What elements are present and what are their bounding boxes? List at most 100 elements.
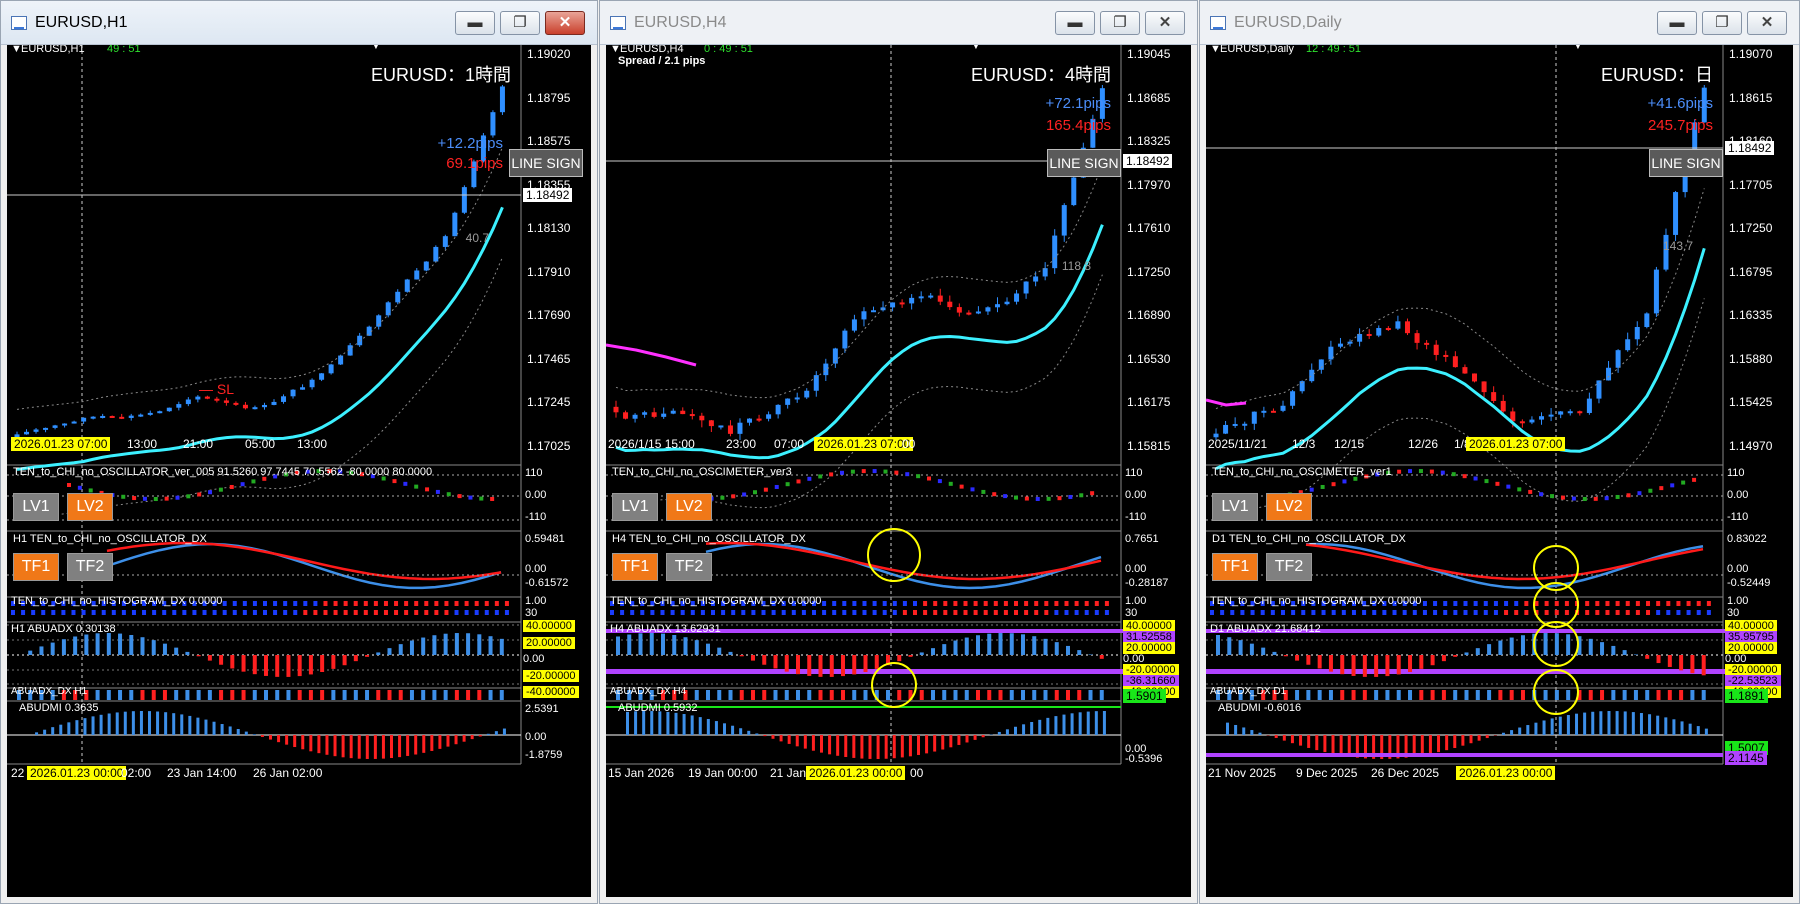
title-bar[interactable]: EURUSD,H1 ▬ ❐ ✕ (1, 1, 597, 45)
hist-bottom-bar (152, 610, 157, 615)
candle-body (794, 397, 800, 400)
hist-top-bar (973, 601, 978, 606)
osc-dx-blue-line (705, 542, 1102, 590)
maximize-button[interactable]: ❐ (1100, 11, 1140, 35)
maximize-button[interactable]: ❐ (1702, 11, 1742, 35)
close-button[interactable]: ✕ (1145, 11, 1185, 35)
dmi-bar (1062, 714, 1066, 735)
chart-area[interactable]: ▼ EURUSD,H4 0 : 49 : 51 Spread / 2.1 pips EU… (606, 45, 1191, 897)
candle-body (623, 412, 629, 419)
tf1-button[interactable]: TF1 (1212, 553, 1258, 581)
tf1-button[interactable]: TF1 (612, 553, 658, 581)
candle-body (395, 291, 401, 303)
adx-bar (784, 655, 789, 672)
title-bar[interactable]: EURUSD,Daily ▬ ❐ ✕ (1200, 1, 1799, 45)
osc2-title: H4 TEN_to_CHI_no_OSCILLATOR_DX (612, 533, 806, 545)
line-sign-button[interactable]: LINE SIGN (1047, 149, 1121, 177)
candle-body (1061, 205, 1067, 236)
osc1-level: 0.00 (1125, 489, 1147, 501)
adxdx-bar (95, 690, 100, 700)
time-axis-label: 12/3 (1292, 437, 1316, 451)
candle-body (62, 423, 68, 426)
dmi-bar (131, 711, 135, 735)
candle-body (195, 396, 201, 400)
chart-window-h1[interactable]: EURUSD,H1 ▬ ❐ ✕ ▼ EURUSD,H1 49 : 51 EURUSD：… (0, 0, 598, 904)
adx-bar (61, 639, 66, 655)
hist-bottom-bar (394, 610, 399, 615)
adx-bar (1611, 645, 1616, 655)
price-axis-label: 1.17250 (1127, 264, 1171, 279)
hist-bottom-bar (670, 610, 675, 615)
candle-body (252, 407, 258, 410)
lv2-button[interactable]: LV2 (1266, 493, 1312, 521)
adx-bar (829, 655, 834, 677)
osc-dot (1506, 484, 1511, 489)
hist-bottom-bar (222, 610, 227, 615)
adx-bar (1328, 655, 1333, 672)
hist-top-bar (1646, 601, 1651, 606)
adx-bar (953, 640, 958, 655)
adx-bar (140, 637, 145, 655)
hist-bottom-bar (1270, 610, 1275, 615)
dmi-bar (341, 735, 345, 758)
osc-dot (1331, 482, 1336, 487)
adxdx-bar (1099, 690, 1104, 700)
dmi-bar (204, 719, 208, 735)
price-axis-label: 1.18575 (527, 134, 571, 148)
candle-body (71, 421, 77, 424)
adxdx-bar (207, 690, 212, 700)
lv2-button[interactable]: LV2 (666, 493, 712, 521)
hist-bottom-bar (610, 610, 614, 615)
minimize-button[interactable]: ▬ (455, 11, 495, 35)
dmi-bar (1445, 735, 1449, 751)
chart-window-daily[interactable]: EURUSD,Daily ▬ ❐ ✕ ▼ EURUSD,Daily 12 : 49 … (1199, 0, 1800, 904)
dmi-bar (997, 731, 1001, 735)
adx-bar (398, 644, 403, 655)
tf2-button[interactable]: TF2 (666, 553, 712, 581)
maximize-button[interactable]: ❐ (500, 11, 540, 35)
candle-body (1251, 411, 1257, 424)
minimize-button[interactable]: ▬ (1657, 11, 1697, 35)
osc-dot (1397, 469, 1402, 474)
title-bar[interactable]: EURUSD,H4 ▬ ❐ ✕ (600, 1, 1197, 45)
hist-top-bar (1094, 601, 1099, 606)
chart-area[interactable]: ▼ EURUSD,H1 49 : 51 EURUSD：1時間 +12.2pips 69.1… (7, 45, 591, 897)
dmi-bar (236, 728, 240, 735)
chart-window-h4[interactable]: EURUSD,H4 ▬ ❐ ✕ ▼ EURUSD,H4 0 : 49 : 51 Spr… (599, 0, 1198, 904)
lv1-button[interactable]: LV1 (13, 493, 59, 521)
adx-bar (998, 633, 1003, 655)
close-button[interactable]: ✕ (1747, 11, 1787, 35)
lv2-button[interactable]: LV2 (67, 493, 113, 521)
adx-bar (1374, 655, 1379, 677)
adx-bar (661, 633, 665, 655)
line-sign-button[interactable]: LINE SIGN (1649, 149, 1723, 177)
tf2-button[interactable]: TF2 (67, 553, 113, 581)
candle-body (842, 330, 848, 349)
osc-dot (251, 479, 256, 484)
line-sign-button[interactable]: LINE SIGN (509, 149, 583, 177)
time-axis-label: 12/26 (1408, 437, 1439, 451)
tf2-button[interactable]: TF2 (1266, 553, 1312, 581)
dmi-bar (1518, 727, 1522, 735)
lv1-button[interactable]: LV1 (612, 493, 658, 521)
scroll-marker-icon: ▼ (971, 45, 981, 52)
tf1-button[interactable]: TF1 (13, 553, 59, 581)
time-axis-label: 05:00 (245, 437, 276, 451)
osc-dot (414, 484, 419, 489)
time-axis-label: 23:00 (726, 437, 757, 451)
adxdx-bar (421, 690, 426, 700)
adxdx-bar (998, 690, 1003, 700)
candle-body (1539, 416, 1545, 420)
candle-timer: 0 : 49 : 51 (704, 45, 753, 55)
lv1-button[interactable]: LV1 (1212, 493, 1258, 521)
dmi-bar (763, 735, 767, 737)
adx-bar (874, 655, 879, 669)
dmi-bar (973, 735, 977, 740)
candle-body (43, 427, 49, 430)
osc2-level: 0.7651 (1125, 533, 1159, 545)
chart-area[interactable]: ▼ EURUSD,Daily 12 : 49 : 51 EURUSD：日 +41.6pi… (1206, 45, 1793, 897)
minimize-button[interactable]: ▬ (1055, 11, 1095, 35)
close-button[interactable]: ✕ (545, 11, 585, 35)
hist-top-bar (1024, 601, 1029, 606)
dmi-bar (1014, 726, 1017, 735)
